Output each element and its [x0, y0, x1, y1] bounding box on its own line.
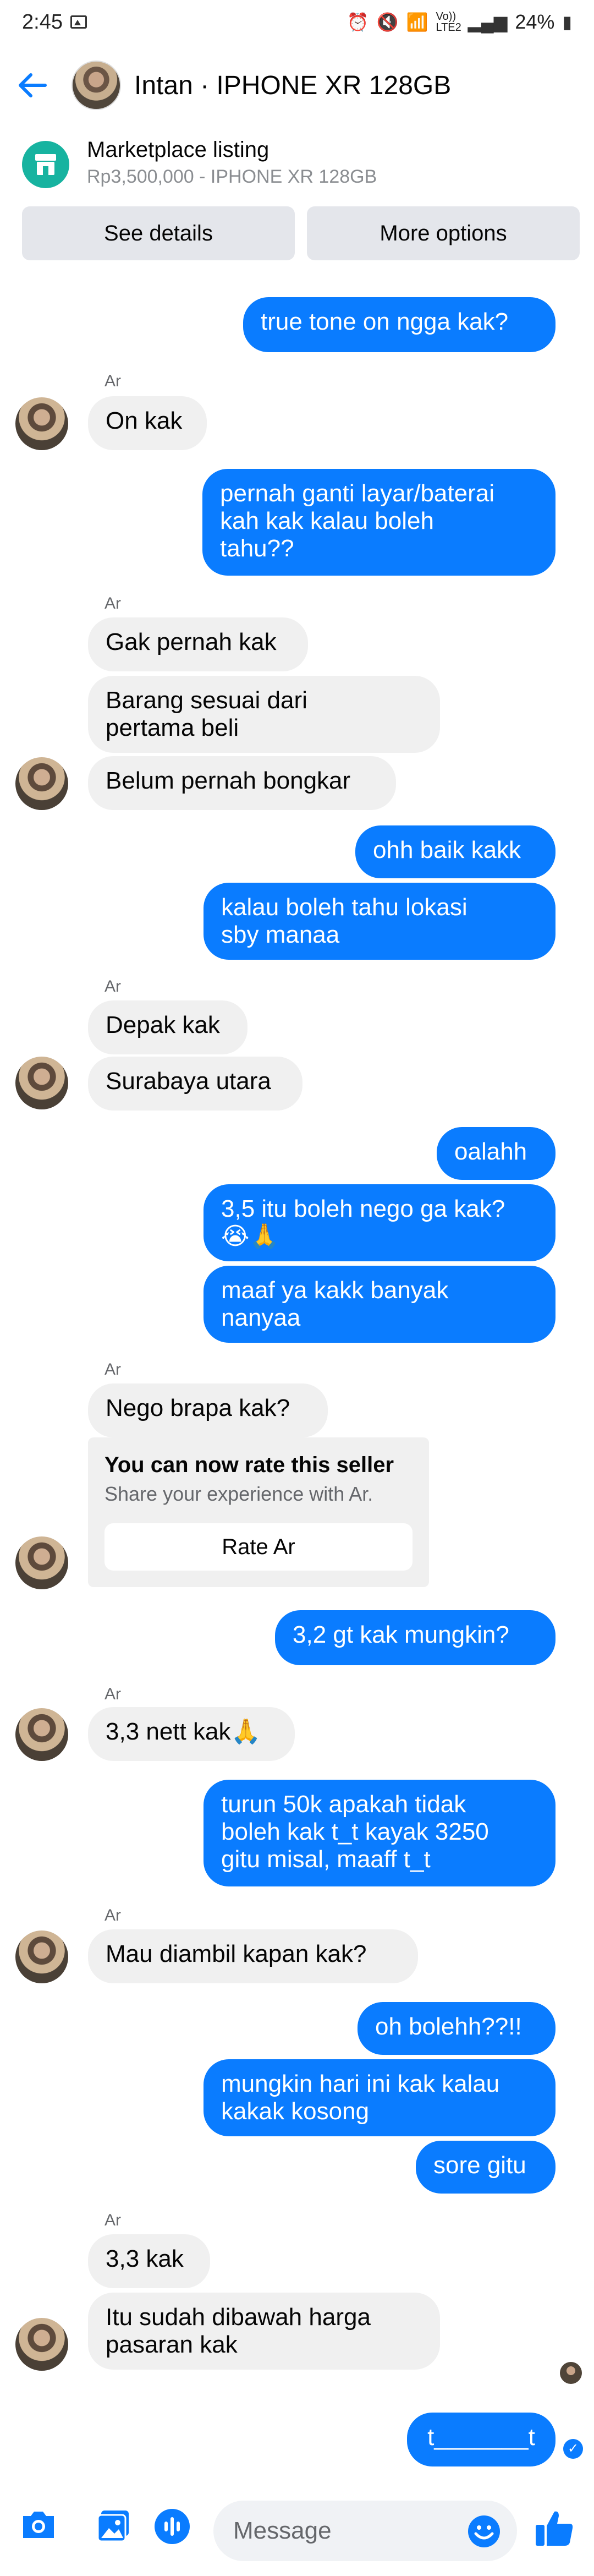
network-label: Vo)) LTE2	[436, 10, 461, 34]
contact-avatar[interactable]	[72, 61, 121, 110]
mute-icon: 🔇	[376, 12, 399, 32]
message-outgoing[interactable]: 3,2 gt kak mungkin?	[275, 1610, 556, 1665]
wifi-icon: 📶	[406, 12, 428, 32]
emoji-icon[interactable]	[468, 2515, 501, 2548]
message-outgoing[interactable]: sore gitu	[416, 2141, 556, 2194]
status-bar: 2:45 ⏰ 🔇 📶 Vo)) LTE2 ▂▄▆ 24% ▮	[0, 0, 594, 44]
message-incoming[interactable]: Barang sesuai dari pertama beli	[88, 676, 440, 753]
message-incoming[interactable]: On kak	[88, 396, 207, 450]
message-outgoing[interactable]: true tone on ngga kak?	[243, 297, 556, 352]
chat-header: Intan · IPHONE XR 128GB	[0, 55, 594, 116]
sender-avatar[interactable]	[15, 397, 68, 450]
status-time: 2:45	[22, 10, 63, 34]
message-outgoing[interactable]: maaf ya kakk banyak nanyaa	[204, 1266, 556, 1343]
message-outgoing[interactable]: mungkin hari ini kak kalau kakak kosong	[204, 2059, 556, 2136]
message-incoming[interactable]: Itu sudah dibawah harga pasaran kak	[88, 2293, 440, 2370]
gallery-notification-icon	[70, 15, 87, 29]
sender-avatar[interactable]	[15, 1708, 68, 1761]
sender-name: Ar	[105, 594, 121, 612]
message-outgoing[interactable]: oh bolehh??!!	[358, 2002, 556, 2055]
sender-avatar[interactable]	[15, 757, 68, 810]
message-incoming[interactable]: Mau diambil kapan kak?	[88, 1929, 418, 1983]
message-incoming[interactable]: Surabaya utara	[88, 1057, 302, 1111]
sender-avatar[interactable]	[15, 1057, 68, 1109]
sender-avatar[interactable]	[15, 1536, 68, 1589]
sender-name: Ar	[105, 1360, 121, 1379]
sender-name: Ar	[105, 977, 121, 996]
battery-icon: ▮	[562, 12, 572, 32]
message-outgoing[interactable]: kalau boleh tahu lokasi sby manaa	[204, 883, 556, 960]
battery-level: 24%	[515, 10, 555, 33]
back-arrow-icon[interactable]	[16, 72, 47, 99]
message-incoming[interactable]: 3,3 nett kak🙏	[88, 1707, 295, 1761]
rate-seller-button[interactable]: Rate Ar	[105, 1523, 413, 1571]
message-incoming[interactable]: Depak kak	[88, 1000, 248, 1054]
composer-bar	[0, 2487, 594, 2576]
see-details-button[interactable]: See details	[22, 206, 295, 260]
store-icon	[22, 141, 69, 188]
message-incoming[interactable]: Belum pernah bongkar	[88, 756, 396, 810]
gallery-icon[interactable]	[96, 2508, 131, 2544]
chat-title[interactable]: Intan · IPHONE XR 128GB	[134, 70, 451, 101]
rate-seller-card: You can now rate this seller Share your …	[88, 1437, 429, 1587]
listing-title: Marketplace listing	[87, 138, 270, 162]
alarm-icon: ⏰	[346, 12, 369, 32]
message-outgoing[interactable]: t_______t	[407, 2413, 556, 2466]
sender-name: Ar	[105, 1685, 121, 1703]
message-outgoing[interactable]: turun 50k apakah tidak boleh kak t_t kay…	[204, 1780, 556, 1886]
sender-name: Ar	[105, 372, 121, 390]
signal-icon: ▂▄▆	[468, 12, 508, 32]
message-incoming[interactable]: Gak pernah kak	[88, 617, 308, 671]
message-incoming[interactable]: 3,3 kak	[88, 2234, 210, 2288]
sender-name: Ar	[105, 1906, 121, 1924]
message-outgoing[interactable]: oalahh	[437, 1127, 556, 1180]
message-incoming[interactable]: Nego brapa kak?	[88, 1383, 328, 1437]
like-icon[interactable]	[534, 2507, 575, 2549]
more-options-button[interactable]: More options	[307, 206, 580, 260]
message-outgoing[interactable]: ohh baik kakk	[355, 825, 556, 878]
sender-avatar[interactable]	[15, 1930, 68, 1983]
rate-card-subtitle: Share your experience with Ar.	[105, 1483, 373, 1505]
delivered-check-icon: ✓	[563, 2439, 583, 2459]
listing-subtitle: Rp3,500,000 - IPHONE XR 128GB	[87, 166, 377, 187]
audio-icon[interactable]	[154, 2508, 190, 2545]
camera-icon[interactable]	[20, 2508, 57, 2541]
sender-name: Ar	[105, 2211, 121, 2229]
message-outgoing[interactable]: 3,5 itu boleh nego ga kak? 😭🙏	[204, 1184, 556, 1261]
seen-by-avatar	[560, 2362, 582, 2384]
sender-avatar[interactable]	[15, 2318, 68, 2371]
message-outgoing[interactable]: pernah ganti layar/baterai kah kak kalau…	[202, 469, 556, 576]
rate-card-title: You can now rate this seller	[105, 1453, 394, 1477]
